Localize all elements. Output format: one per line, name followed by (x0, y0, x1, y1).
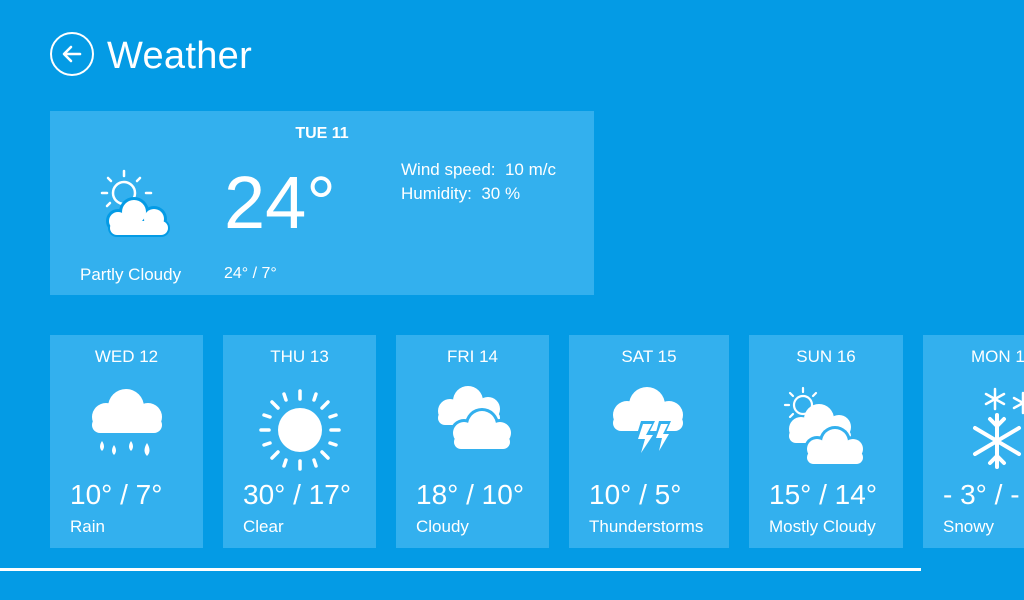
humidity-row: Humidity: 30 % (401, 182, 556, 206)
forecast-temps: 10° / 5° (589, 479, 682, 510)
partly-cloudy-icon (90, 161, 180, 250)
forecast-tile-sun[interactable]: SUN 16 15° / 14° Mostly Cloudy (749, 335, 903, 548)
forecast-condition: Thunderstorms (589, 517, 704, 536)
humidity-value: 30 % (481, 184, 521, 203)
today-details: Wind speed: 10 m/c Humidity: 30 % (401, 158, 556, 206)
forecast-tile-fri[interactable]: FRI 14 18° / 10° Cloudy (396, 335, 549, 548)
forecast-day: THU 13 (270, 347, 329, 366)
forecast-condition: Cloudy (416, 517, 469, 536)
forecast-tile-thu[interactable]: THU 13 30° / 17° Clear (223, 335, 376, 548)
today-range: 24° / 7° (224, 265, 277, 282)
forecast-condition: Rain (70, 517, 105, 536)
wind-speed-row: Wind speed: 10 m/c (401, 158, 556, 182)
forecast-tile-mon[interactable]: MON 17 - 3° / - 6° Snowy (923, 335, 1024, 548)
forecast-day: SAT 15 (621, 347, 677, 366)
thunderstorm-icon (605, 385, 691, 472)
forecast-day: SUN 16 (796, 347, 856, 366)
forecast-day: MON 17 (971, 347, 1024, 366)
back-arrow-icon (62, 45, 82, 63)
page-title: Weather (107, 35, 253, 77)
today-condition: Partly Cloudy (80, 265, 182, 284)
forecast-temps: 30° / 17° (243, 479, 352, 510)
mostly-cloudy-icon (783, 385, 873, 474)
forecast-day: WED 12 (94, 347, 159, 366)
forecast-condition: Snowy (943, 517, 995, 536)
forecast-condition: Clear (243, 517, 284, 536)
forecast-tile-wed[interactable]: WED 12 10° / 7° Rain (50, 335, 203, 548)
cloudy-icon (432, 385, 516, 470)
humidity-label: Humidity: (401, 184, 472, 203)
today-temperature: 24° (224, 161, 336, 244)
forecast-temps: 10° / 7° (70, 479, 163, 510)
today-tile[interactable]: TUE 11 24° Partly Cloudy 24° / 7° Wind s… (50, 111, 594, 295)
forecast-temps: - 3° / - 6° (943, 479, 1024, 510)
horizontal-scrollbar[interactable] (0, 568, 921, 571)
wind-speed-label: Wind speed: (401, 160, 496, 179)
back-button[interactable] (50, 32, 94, 76)
snow-icon (965, 385, 1024, 474)
wind-speed-value: 10 m/c (504, 160, 556, 179)
forecast-temps: 15° / 14° (769, 479, 878, 510)
today-day: TUE 11 (295, 125, 349, 142)
forecast-tile-sat[interactable]: SAT 15 10° / 5° Thunderstorms (569, 335, 729, 548)
forecast-day: FRI 14 (446, 347, 499, 366)
rain-icon (84, 385, 170, 472)
sun-icon (253, 385, 347, 480)
forecast-temps: 18° / 10° (416, 479, 525, 510)
forecast-condition: Mostly Cloudy (769, 517, 876, 536)
